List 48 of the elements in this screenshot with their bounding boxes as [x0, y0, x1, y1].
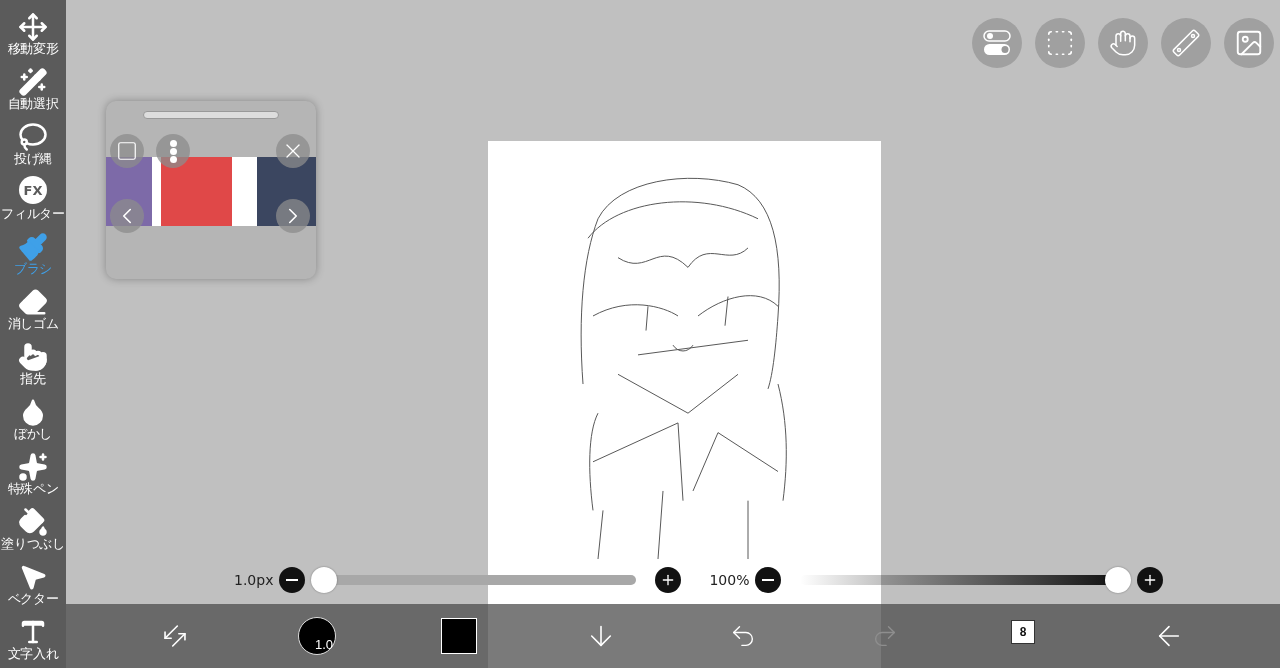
toggle-button[interactable]	[972, 18, 1022, 68]
tool-item[interactable]: 特殊ペン	[0, 442, 66, 497]
more-icon	[169, 139, 177, 163]
swap-button[interactable]	[162, 623, 188, 649]
reference-button[interactable]	[1224, 18, 1274, 68]
dashed-square-icon	[1045, 28, 1075, 58]
brush-size-reading: 1.0px	[234, 572, 274, 588]
tool-item[interactable]: 消しゴム	[0, 277, 66, 332]
tool-item[interactable]: 文字入れ	[0, 607, 66, 662]
filter-icon: FX	[19, 176, 47, 204]
toggles-icon	[982, 29, 1012, 57]
more-button[interactable]	[156, 134, 190, 168]
tool-item[interactable]: 指先	[0, 332, 66, 387]
decrease-button[interactable]	[279, 567, 306, 593]
tool-item[interactable]: ぼかし	[0, 387, 66, 442]
tool-icon	[18, 122, 48, 152]
hand-icon	[1109, 29, 1137, 57]
frame-button[interactable]	[110, 134, 144, 168]
image-icon	[1234, 28, 1264, 58]
tool-icon	[18, 67, 48, 97]
next-button[interactable]	[276, 199, 310, 233]
ruler-icon	[1172, 29, 1200, 57]
close-button[interactable]	[276, 134, 310, 168]
tool-item[interactable]: 移動変形	[0, 2, 66, 57]
color-swatch[interactable]	[441, 618, 477, 654]
tool-item[interactable]: 投げ縄	[0, 112, 66, 167]
tool-icon	[18, 452, 48, 482]
slider-thumb[interactable]	[311, 567, 338, 593]
slider-thumb[interactable]	[1105, 567, 1132, 593]
tool-item[interactable]: FX フィルター	[0, 167, 66, 222]
tool-item[interactable]: ベクター	[0, 552, 66, 607]
tool-icon	[18, 232, 48, 262]
minus-icon	[286, 579, 299, 581]
opacity-reading: 100%	[709, 572, 750, 588]
tool-icon	[18, 12, 48, 42]
drag-handle[interactable]	[143, 111, 279, 119]
gesture-button[interactable]	[1098, 18, 1148, 68]
tool-item[interactable]: 塗りつぶし	[0, 497, 66, 552]
increase-button[interactable]	[1137, 567, 1164, 593]
minus-icon	[762, 579, 775, 581]
tool-icon	[18, 342, 48, 372]
square-icon	[116, 140, 138, 162]
tool-icon	[18, 507, 48, 537]
tool-icon	[18, 287, 48, 317]
ruler-button[interactable]	[1161, 18, 1211, 68]
previous-button[interactable]	[110, 199, 144, 233]
tool-item[interactable]: 自動選択	[0, 57, 66, 112]
brush-size-indicator[interactable]: 1.0	[298, 617, 336, 655]
